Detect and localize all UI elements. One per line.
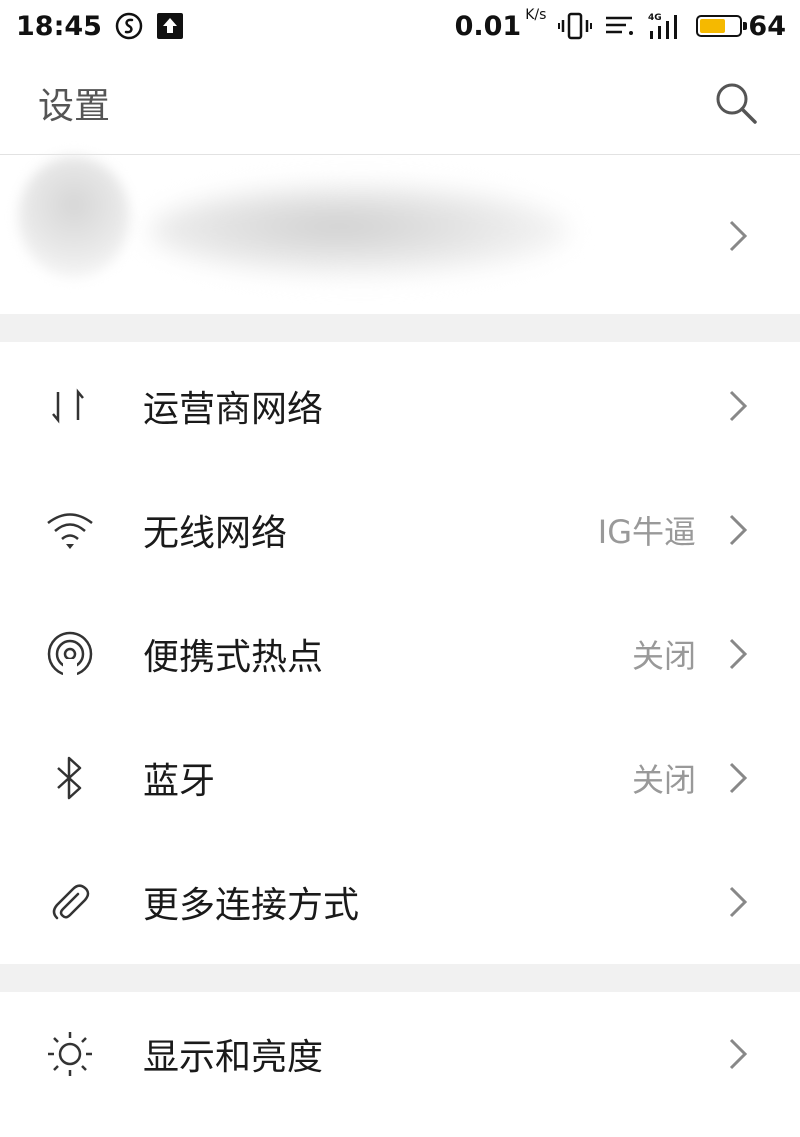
title-bar: 设置 — [0, 52, 800, 155]
notification-list-icon — [604, 12, 636, 40]
vibrate-icon — [558, 11, 593, 41]
settings-item-label: 便携式热点 — [143, 637, 324, 678]
link-icon — [44, 876, 96, 928]
battery-icon — [696, 15, 748, 37]
settings-item-wifi[interactable]: 无线网络 IG牛逼 — [0, 468, 800, 592]
status-time: 18:45 — [16, 10, 102, 42]
account-name-blurred — [150, 186, 570, 276]
chevron-right-icon — [729, 762, 748, 794]
page-title: 设置 — [38, 86, 111, 127]
settings-item-value: 关闭 — [631, 761, 696, 799]
hotspot-icon — [44, 628, 96, 680]
network-speed-unit: K/s — [525, 6, 547, 23]
chevron-right-icon — [729, 390, 748, 422]
status-bar: 18:45 0.01 K/s 4G 64 — [0, 0, 800, 52]
settings-item-display-brightness[interactable]: 显示和亮度 — [0, 992, 800, 1116]
network-type: 4G — [648, 13, 662, 23]
wifi-icon — [44, 504, 96, 556]
section-divider — [0, 314, 800, 342]
chevron-right-icon — [729, 886, 748, 918]
search-icon — [716, 83, 757, 124]
account-row[interactable] — [0, 156, 800, 314]
settings-item-hotspot[interactable]: 便携式热点 关闭 — [0, 592, 800, 716]
settings-item-label: 运营商网络 — [143, 389, 324, 430]
chevron-right-icon — [729, 1038, 748, 1070]
settings-item-label: 显示和亮度 — [143, 1037, 324, 1078]
network-speed: 0.01 K/s — [454, 7, 547, 42]
status-bar-right: 0.01 K/s 4G 64 — [454, 7, 786, 42]
app-notification-icon — [114, 11, 144, 41]
settings-item-value: 关闭 — [631, 637, 696, 675]
settings-item-carrier-network[interactable]: 运营商网络 — [0, 344, 800, 468]
bluetooth-icon — [44, 752, 96, 804]
chevron-right-icon — [729, 220, 748, 252]
search-button[interactable] — [712, 79, 760, 127]
avatar — [18, 156, 130, 278]
battery: 64 — [696, 11, 786, 42]
battery-level: 64 — [748, 10, 786, 42]
signal-icon: 4G — [648, 11, 684, 41]
section-divider — [0, 964, 800, 992]
settings-item-label: 更多连接方式 — [143, 885, 360, 926]
upload-notification-icon — [156, 12, 184, 40]
brightness-icon — [44, 1028, 96, 1080]
status-bar-left: 18:45 — [16, 11, 184, 42]
settings-item-bluetooth[interactable]: 蓝牙 关闭 — [0, 716, 800, 840]
data-transfer-icon — [44, 380, 96, 432]
chevron-right-icon — [729, 638, 748, 670]
battery-fill — [700, 19, 725, 33]
settings-item-label: 蓝牙 — [143, 761, 216, 802]
settings-item-more-connections[interactable]: 更多连接方式 — [0, 840, 800, 964]
chevron-right-icon — [729, 514, 748, 546]
settings-item-label: 无线网络 — [143, 513, 288, 554]
network-speed-value: 0.01 — [454, 10, 522, 42]
settings-item-value: IG牛逼 — [597, 513, 696, 551]
